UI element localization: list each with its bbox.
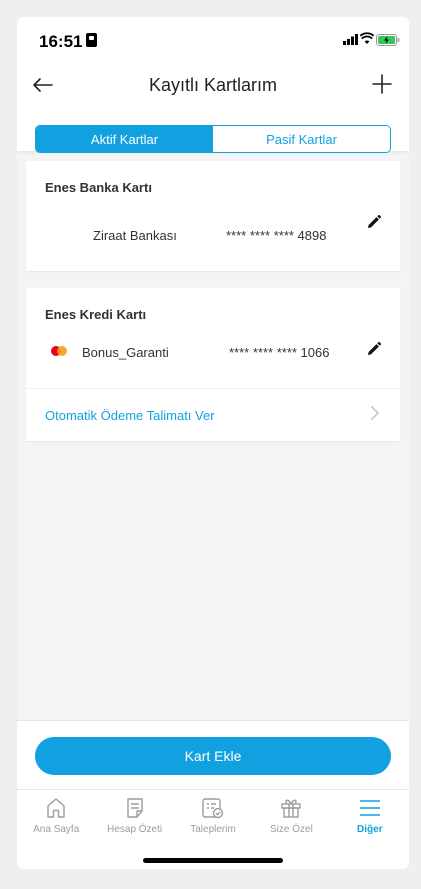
bank-name: Bonus_Garanti	[82, 345, 169, 360]
home-icon	[47, 798, 65, 818]
card-name: Enes Kredi Kartı	[45, 307, 147, 322]
requests-icon	[202, 798, 224, 819]
battery-icon	[376, 34, 400, 46]
add-icon[interactable]	[371, 73, 393, 95]
status-time: 16:51	[39, 32, 83, 51]
card-item[interactable]: Enes Banka Kartı Ziraat Bankası **** ***…	[26, 161, 400, 271]
bottom-area: Kart Ekle Ana Sayfa Hesap Özeti Talepler…	[17, 720, 409, 869]
chevron-right-icon[interactable]	[370, 406, 380, 420]
status-bar: 16:51	[17, 17, 409, 63]
tab-home[interactable]: Ana Sayfa	[17, 790, 95, 839]
tab-label: Hesap Özeti	[107, 824, 163, 835]
document-icon	[126, 798, 143, 818]
home-indicator	[143, 858, 283, 863]
card-number: **** **** **** 4898	[226, 228, 327, 243]
card-item[interactable]: Enes Kredi Kartı Bonus_Garanti **** ****…	[26, 288, 400, 441]
gift-icon	[281, 799, 302, 818]
tab-requests[interactable]: Taleplerim	[174, 790, 252, 839]
tab-label: Taleplerim	[190, 824, 236, 835]
tab-active-cards[interactable]: Aktif Kartlar	[36, 126, 213, 152]
add-card-button[interactable]: Kart Ekle	[35, 737, 391, 775]
bank-name: Ziraat Bankası	[93, 228, 177, 243]
card-name: Enes Banka Kartı	[45, 180, 152, 195]
tab-label: Ana Sayfa	[33, 824, 80, 835]
tab-bar: Ana Sayfa Hesap Özeti Taleplerim Size Öz…	[17, 789, 409, 839]
phone-screen: 16:51 Kayıtlı Kartlarım Aktif Kartlar Pa…	[17, 17, 409, 869]
edit-pencil-icon[interactable]	[366, 341, 382, 357]
edit-pencil-icon[interactable]	[366, 214, 382, 230]
tab-special-for-you[interactable]: Size Özel	[252, 790, 330, 839]
menu-icon	[359, 800, 380, 816]
tab-passive-cards[interactable]: Pasif Kartlar	[213, 126, 390, 152]
sim-icon	[86, 33, 97, 47]
card-status-segmented-control: Aktif Kartlar Pasif Kartlar	[35, 125, 391, 153]
tab-other[interactable]: Diğer	[331, 790, 409, 839]
mastercard-logo-icon	[51, 346, 67, 356]
divider	[26, 388, 400, 389]
card-number: **** **** **** 1066	[229, 345, 330, 360]
page-title: Kayıtlı Kartlarım	[148, 75, 278, 95]
tab-label: Diğer	[357, 824, 383, 835]
tab-label: Size Özel	[270, 824, 313, 835]
wifi-icon	[360, 32, 374, 44]
tab-account-summary[interactable]: Hesap Özeti	[95, 790, 173, 839]
auto-payment-link[interactable]: Otomatik Ödeme Talimatı Ver	[45, 408, 215, 423]
nav-header: Kayıtlı Kartlarım Aktif Kartlar Pasif Ka…	[17, 63, 409, 153]
signal-icon	[343, 34, 358, 45]
